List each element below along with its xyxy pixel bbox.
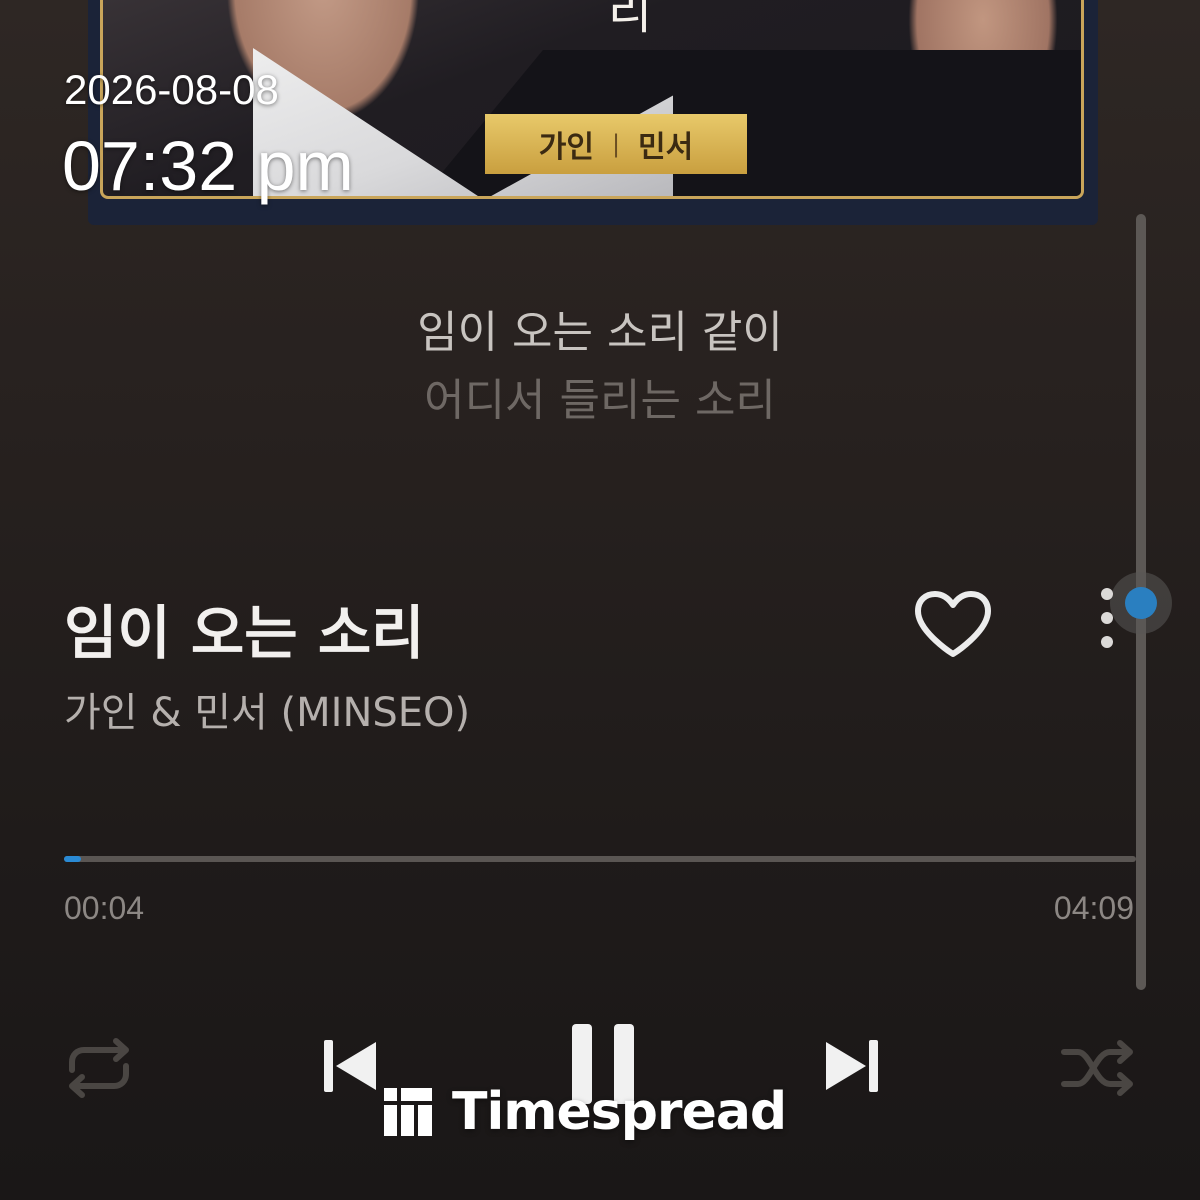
skip-previous-icon: [324, 1040, 376, 1092]
overlay-time: 07:32 pm: [62, 127, 354, 205]
album-badge-separator: |: [611, 130, 621, 158]
progress-bar[interactable]: [64, 856, 1136, 862]
album-artist-badge: 가인 | 민서: [485, 114, 747, 174]
repeat-button[interactable]: [58, 1036, 140, 1100]
watermark-text: Timespread: [452, 1082, 787, 1142]
shuffle-icon: [1061, 1040, 1133, 1096]
skip-next-icon: [826, 1040, 878, 1092]
overlay-date: 2026-08-08: [64, 66, 279, 113]
album-title-glyph: 리: [608, 0, 653, 40]
watermark: Timespread: [384, 1082, 787, 1142]
album-badge-right: 민서: [638, 130, 694, 165]
previous-track-button[interactable]: [322, 1036, 378, 1096]
watermark-logo-icon: [384, 1088, 432, 1136]
elapsed-time: 00:04: [64, 890, 145, 926]
song-artist[interactable]: 가인 & 민서 (MINSEO): [64, 680, 470, 738]
more-options-button[interactable]: [1092, 588, 1122, 658]
shuffle-button[interactable]: [1060, 1036, 1138, 1100]
repeat-icon: [69, 1038, 129, 1098]
album-badge-left: 가인: [538, 130, 594, 165]
heart-outline-icon: [915, 591, 991, 657]
more-vertical-icon: [1092, 588, 1122, 648]
total-time: 04:09: [1053, 890, 1134, 926]
scrollbar-thumb[interactable]: [1125, 587, 1157, 619]
lyric-next-line[interactable]: 어디서 들리는 소리: [0, 364, 1200, 428]
song-title: 임이 오는 소리: [64, 599, 425, 667]
lyric-current-line[interactable]: 임이 오는 소리 같이: [0, 296, 1200, 360]
next-track-button[interactable]: [824, 1036, 880, 1096]
progress-bar-fill: [64, 856, 82, 862]
like-button[interactable]: [912, 590, 994, 660]
